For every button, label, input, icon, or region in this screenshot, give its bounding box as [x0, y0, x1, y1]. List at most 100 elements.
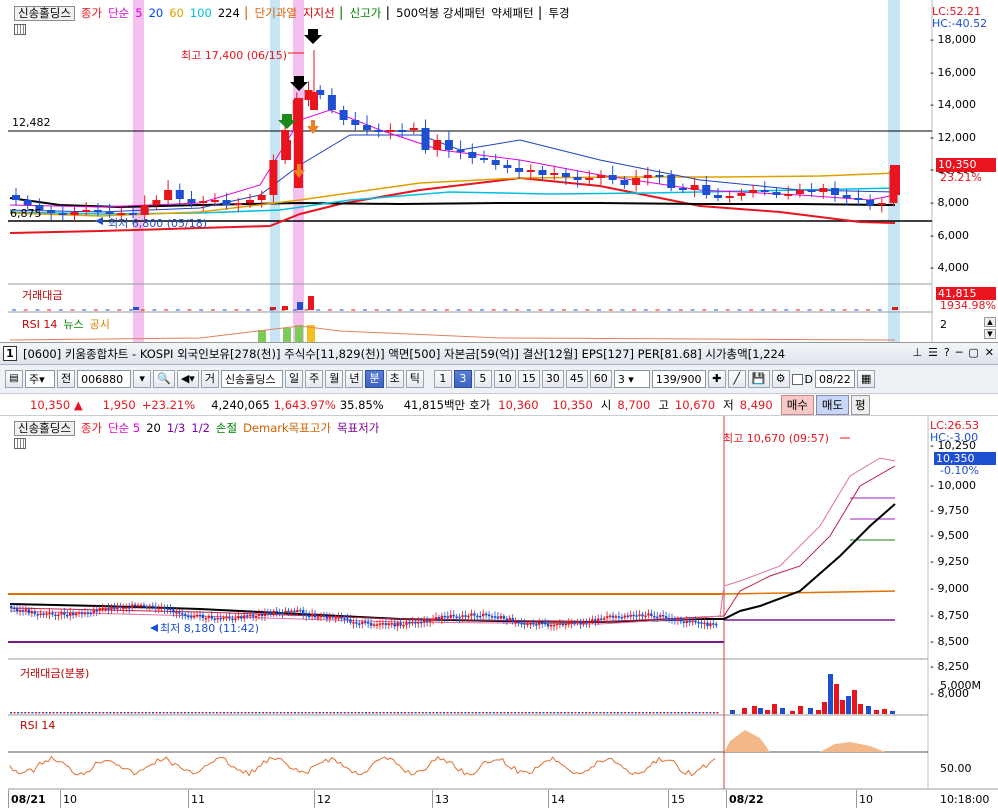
flat-button[interactable]: 평 [851, 394, 870, 415]
close-icon[interactable]: ✕ [985, 346, 994, 359]
daily-legend-stock-name[interactable]: 신송홀딩스 [14, 5, 75, 21]
daily-rsi-news: 뉴스 [63, 318, 84, 331]
minute-volume-tick [112, 712, 115, 714]
minute-candle [63, 612, 66, 615]
minute-candle [69, 612, 72, 616]
daily-candle [795, 190, 804, 194]
interval-3[interactable]: 3 [453, 370, 472, 388]
minute-candle [679, 618, 683, 622]
window-titlebar[interactable]: 1 [0600] 키움종합차트 - KOSPI 외국인보유[278(천)] 주식… [0, 343, 998, 365]
highlight-band [133, 0, 144, 342]
minute-candle [148, 605, 152, 608]
prev-button[interactable]: 전 [57, 370, 76, 388]
interval-60[interactable]: 60 [589, 370, 612, 388]
scroll-down-icon[interactable]: ▼ [984, 329, 996, 339]
minimize-icon[interactable]: ─ [956, 346, 963, 359]
pin-icon[interactable]: ⊥ [912, 346, 922, 359]
calendar-icon[interactable]: ▦ [857, 370, 876, 388]
daily-candle [468, 152, 477, 158]
quote-high: 10,670 [674, 397, 716, 412]
draw-tool-icon[interactable]: ╱ [727, 370, 746, 388]
market-select[interactable]: 주 ▾ [25, 370, 55, 388]
minute-candle [585, 621, 588, 624]
minute-volume-bar [834, 684, 839, 714]
minute-volume-tick [457, 712, 460, 714]
stock-code-input[interactable]: 006880 [77, 370, 132, 388]
minute-candle [541, 622, 544, 624]
sell-button[interactable]: 매도 [815, 394, 850, 415]
quote-open-label: 시 [600, 397, 612, 412]
interval-10[interactable]: 10 [493, 370, 516, 388]
minute-grid-toggle-icon[interactable] [14, 438, 26, 449]
minute-chart-panel[interactable]: 신송홀딩스 종가 단순 5 20 1/3 1/2 손절 Demark목표고가 목… [0, 416, 998, 809]
interval-45[interactable]: 45 [565, 370, 588, 388]
grid-toggle-icon[interactable] [14, 24, 26, 35]
save-icon[interactable]: 💾 [747, 370, 770, 388]
minute-candle [529, 623, 532, 625]
minute-volume-tick [602, 712, 605, 714]
minute-volume-tick [645, 712, 648, 714]
minute-volume-tick [73, 712, 76, 714]
bar-count-field[interactable]: 139/900 [651, 370, 706, 388]
code-dropdown-icon[interactable]: ▾ [133, 370, 152, 388]
minute-candle [30, 611, 34, 614]
minute-candle [487, 614, 491, 617]
minute-volume-tick [91, 712, 94, 714]
daily-candle [877, 203, 886, 205]
minute-volume-tick [308, 712, 311, 714]
minute-candle [670, 618, 674, 620]
time-axis-tick [314, 790, 315, 808]
buy-button[interactable]: 매수 [780, 394, 814, 415]
interval-30[interactable]: 30 [541, 370, 564, 388]
time-axis-label: 08/22 [729, 793, 764, 806]
period-tick[interactable]: 틱 [405, 370, 424, 388]
search-icon[interactable]: 🔍 [153, 370, 175, 388]
scroll-up-icon[interactable]: ▲ [984, 317, 996, 327]
period-month[interactable]: 월 [325, 370, 344, 388]
minute-legend-half: 1/2 [191, 421, 210, 435]
daily-chart-canvas[interactable] [0, 0, 998, 343]
minute-volume-tick [208, 712, 211, 714]
time-axis-label: 13 [435, 793, 449, 806]
minute-candle [369, 622, 373, 626]
speaker-icon[interactable]: ◀▾ [176, 370, 199, 388]
period-second[interactable]: 초 [385, 370, 404, 388]
minute-volume-tick [514, 712, 517, 714]
minute-volume-tick [368, 712, 371, 714]
period-minute[interactable]: 분 [365, 370, 384, 388]
maximize-icon[interactable]: ▢ [968, 346, 978, 359]
minute-candle [479, 615, 482, 618]
date-checkbox[interactable] [791, 373, 803, 385]
minute-candle [27, 609, 31, 614]
minute-candle [579, 621, 582, 625]
interval-15[interactable]: 15 [517, 370, 540, 388]
interval-5[interactable]: 5 [473, 370, 492, 388]
help-icon[interactable]: ? [944, 346, 950, 359]
daily-high-annotation: 최고 17,400 (06/15) [181, 49, 288, 62]
minute-volume-tick [322, 712, 325, 714]
interval-select[interactable]: 3 ▾ [613, 370, 650, 388]
minute-volume-tick [251, 712, 254, 714]
period-year[interactable]: 년 [345, 370, 364, 388]
date-input[interactable]: 08/22 [815, 370, 855, 388]
interval-1[interactable]: 1 [433, 370, 452, 388]
quote-bid: 10,360 [498, 397, 539, 412]
minute-volume-tick [254, 712, 257, 714]
minute-candle [476, 615, 479, 618]
daily-rsi-title: RSI 14 [22, 317, 58, 331]
daily-chart-panel[interactable]: 신송홀딩스 종가 단순 5 20 60 100 224 ▏단기과열 지지선 ▏신… [0, 0, 998, 343]
gear-icon[interactable]: ⚙ [771, 370, 790, 388]
period-day[interactable]: 일 [284, 370, 304, 388]
crosshair-icon[interactable]: ✚ [707, 370, 726, 388]
daily-volume-bar [282, 306, 288, 310]
minute-volume-bar [846, 696, 851, 714]
minute-legend-stock-name[interactable]: 신송홀딩스 [14, 420, 75, 436]
settings-icon[interactable]: ▤ [5, 370, 23, 388]
minute-chart-canvas[interactable] [0, 416, 998, 809]
period-week[interactable]: 주 [305, 370, 324, 388]
minute-candle [617, 616, 621, 618]
minute-volume-tick [63, 712, 66, 714]
minute-volume-bar [816, 710, 821, 714]
geo-button[interactable]: 거 [200, 370, 219, 388]
menu-icon[interactable]: ☰ [928, 346, 938, 359]
